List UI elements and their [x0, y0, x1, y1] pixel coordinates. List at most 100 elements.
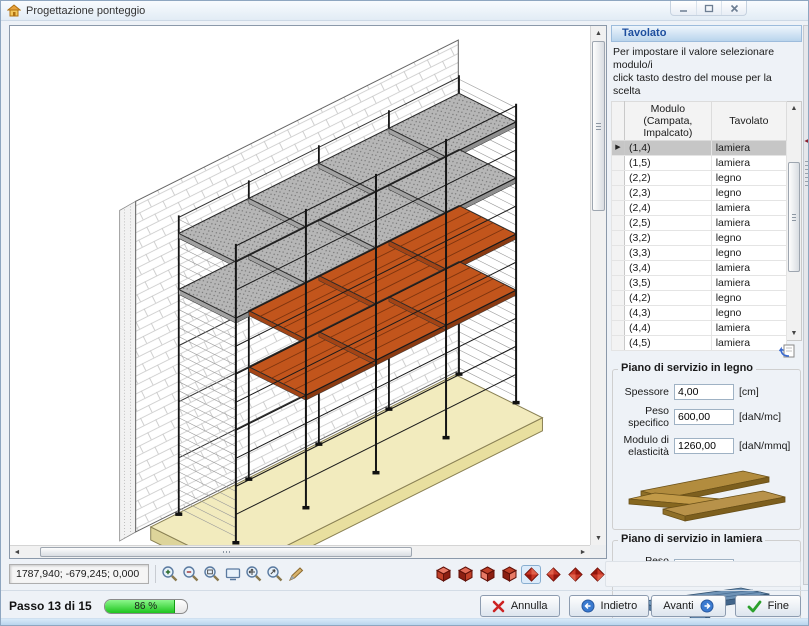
- table-row[interactable]: (4,5)lamiera: [612, 336, 787, 351]
- cell-tavolato[interactable]: lamiera: [711, 156, 786, 171]
- table-scroll-up-arrow[interactable]: ▲: [787, 102, 801, 115]
- indietro-button[interactable]: Indietro: [569, 595, 650, 617]
- cell-modulo[interactable]: (3,4): [625, 261, 712, 276]
- peso-specifico-field-row: Peso specifico [daN/mc]: [618, 405, 795, 429]
- table-row[interactable]: (2,2)legno: [612, 171, 787, 186]
- table-row[interactable]: (2,3)legno: [612, 186, 787, 201]
- cell-tavolato[interactable]: legno: [711, 186, 786, 201]
- panel-header: Tavolato: [611, 25, 802, 42]
- cell-tavolato[interactable]: lamiera: [711, 321, 786, 336]
- table-scroll-thumb[interactable]: [788, 162, 800, 272]
- row-selection-marker: [612, 336, 625, 351]
- cell-tavolato[interactable]: legno: [711, 231, 786, 246]
- view-cube-4-button[interactable]: [499, 565, 519, 584]
- redraw-pencil-icon[interactable]: [286, 564, 306, 584]
- scroll-left-arrow[interactable]: ◄: [10, 546, 24, 558]
- view-cube-2-button[interactable]: [455, 565, 475, 584]
- row-selection-marker: [612, 321, 625, 336]
- table-row[interactable]: ▶(1,4)lamiera: [612, 141, 787, 156]
- app-window: Progettazione ponteggio: [0, 0, 809, 626]
- zoom-dynamic-icon[interactable]: [265, 564, 285, 584]
- scroll-right-arrow[interactable]: ►: [576, 546, 590, 558]
- avanti-button[interactable]: Avanti: [651, 595, 725, 617]
- table-row[interactable]: (2,4)lamiera: [612, 201, 787, 216]
- table-row[interactable]: (4,4)lamiera: [612, 321, 787, 336]
- modules-table[interactable]: Modulo (Campata, Impalcato) Tavolato ▶(1…: [611, 101, 787, 351]
- panel-collapse-splitter[interactable]: ◄: [803, 25, 809, 585]
- instructions-line-1: Per impostare il valore selezionare modu…: [613, 46, 801, 72]
- cell-modulo[interactable]: (4,5): [625, 336, 712, 351]
- table-scroll-down-arrow[interactable]: ▼: [787, 327, 801, 340]
- row-selection-marker: [612, 246, 625, 261]
- table-scrollbar[interactable]: ▲ ▼: [787, 101, 802, 341]
- zoom-pan-icon[interactable]: [244, 564, 264, 584]
- table-row[interactable]: (3,4)lamiera: [612, 261, 787, 276]
- vertical-scroll-thumb[interactable]: [592, 41, 605, 211]
- zoom-out-icon[interactable]: [181, 564, 201, 584]
- scroll-down-arrow[interactable]: ▼: [591, 531, 606, 545]
- fine-button[interactable]: Fine: [735, 595, 801, 617]
- cell-tavolato[interactable]: legno: [711, 171, 786, 186]
- view-cube-1-button[interactable]: [433, 565, 453, 584]
- cell-modulo[interactable]: (2,3): [625, 186, 712, 201]
- table-row[interactable]: (3,3)legno: [612, 246, 787, 261]
- view-gem-2-button[interactable]: [543, 565, 563, 584]
- table-row[interactable]: (2,5)lamiera: [612, 216, 787, 231]
- peso-specifico-input[interactable]: [674, 409, 734, 425]
- zoom-window-icon[interactable]: [202, 564, 222, 584]
- cell-modulo[interactable]: (1,4): [625, 141, 712, 156]
- table-row[interactable]: (4,3)legno: [612, 306, 787, 321]
- cell-tavolato[interactable]: lamiera: [711, 336, 786, 351]
- cell-modulo[interactable]: (2,5): [625, 216, 712, 231]
- cell-tavolato[interactable]: legno: [711, 306, 786, 321]
- zoom-extents-icon[interactable]: [223, 564, 243, 584]
- cell-tavolato[interactable]: legno: [711, 246, 786, 261]
- row-selection-marker: [612, 216, 625, 231]
- 3d-viewport[interactable]: ▲ ▼ ◄ ►: [9, 25, 607, 559]
- spessore-input[interactable]: [674, 384, 734, 400]
- table-row[interactable]: (3,5)lamiera: [612, 276, 787, 291]
- window-controls: [670, 1, 747, 16]
- table-row[interactable]: (1,5)lamiera: [612, 156, 787, 171]
- horizontal-scroll-thumb[interactable]: [40, 547, 412, 557]
- cell-modulo[interactable]: (3,5): [625, 276, 712, 291]
- modulo-elasticita-field-row: Modulo di elasticità [daN/mmq]: [618, 434, 795, 458]
- cell-tavolato[interactable]: lamiera: [711, 276, 786, 291]
- cell-modulo[interactable]: (4,3): [625, 306, 712, 321]
- maximize-button[interactable]: [696, 1, 721, 15]
- table-row[interactable]: (3,2)legno: [612, 231, 787, 246]
- column-header-modulo[interactable]: Modulo (Campata, Impalcato): [625, 102, 712, 141]
- view-gem-1-button[interactable]: [521, 565, 541, 584]
- scaffolding-3d-view[interactable]: [10, 26, 590, 545]
- viewport-vertical-scrollbar[interactable]: ▲ ▼: [590, 26, 606, 545]
- cell-modulo[interactable]: (2,2): [625, 171, 712, 186]
- zoom-in-icon[interactable]: [160, 564, 180, 584]
- viewport-horizontal-scrollbar[interactable]: ◄ ►: [10, 545, 590, 558]
- cell-modulo[interactable]: (3,2): [625, 231, 712, 246]
- view-cube-3-button[interactable]: [477, 565, 497, 584]
- cell-tavolato[interactable]: legno: [711, 291, 786, 306]
- cell-modulo[interactable]: (2,4): [625, 201, 712, 216]
- view-gem-4-button[interactable]: [587, 565, 607, 584]
- cell-tavolato[interactable]: lamiera: [711, 141, 786, 156]
- cell-modulo[interactable]: (3,3): [625, 246, 712, 261]
- wizard-bar: Passo 13 di 15 86 % Annulla Indietro Ava…: [9, 593, 801, 619]
- legno-group-title: Piano di servizio in legno: [618, 362, 756, 374]
- column-header-tavolato[interactable]: Tavolato: [711, 102, 786, 141]
- close-button[interactable]: [721, 1, 746, 15]
- cell-modulo[interactable]: (1,5): [625, 156, 712, 171]
- cell-modulo[interactable]: (4,4): [625, 321, 712, 336]
- table-row[interactable]: (4,2)legno: [612, 291, 787, 306]
- spessore-unit: [cm]: [739, 386, 795, 398]
- apply-selection-icon[interactable]: [779, 343, 796, 359]
- cell-modulo[interactable]: (4,2): [625, 291, 712, 306]
- cell-tavolato[interactable]: lamiera: [711, 216, 786, 231]
- annulla-button[interactable]: Annulla: [480, 595, 560, 617]
- modulo-elasticita-input[interactable]: [674, 438, 734, 454]
- cell-tavolato[interactable]: lamiera: [711, 201, 786, 216]
- minimize-button[interactable]: [671, 1, 696, 15]
- cell-tavolato[interactable]: lamiera: [711, 261, 786, 276]
- scroll-up-arrow[interactable]: ▲: [591, 26, 606, 40]
- view-gem-3-button[interactable]: [565, 565, 585, 584]
- back-arrow-icon: [581, 599, 595, 613]
